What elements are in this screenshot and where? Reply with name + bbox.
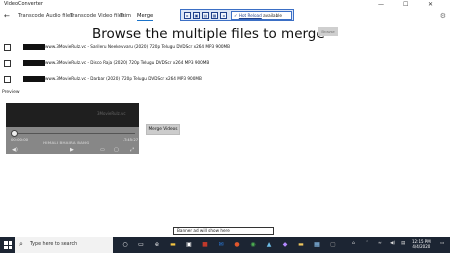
- media-player[interactable]: 3MovieRulz.vc 00:00:00 -T:45:27 HIMALI B…: [6, 103, 139, 154]
- photos-icon[interactable]: ▲: [264, 240, 274, 250]
- tab-transcode-audio[interactable]: Transcode Audio files: [18, 13, 73, 19]
- tab-transcode-video[interactable]: Transcode Video files: [70, 13, 125, 19]
- folder-icon[interactable]: ▬: [296, 240, 306, 250]
- close-button[interactable]: ✕: [428, 0, 433, 10]
- back-arrow-icon[interactable]: ←: [4, 12, 10, 20]
- taskbar-clock[interactable]: 12:15 PM 4/4/2020: [412, 239, 431, 249]
- office-icon[interactable]: ■: [200, 240, 210, 250]
- file-name: www.3MovieRulz.vc - Darbar (2020) 720p T…: [45, 76, 202, 81]
- display-layout-icon[interactable]: ▣: [193, 12, 200, 19]
- cast-icon[interactable]: ▭: [100, 147, 105, 153]
- hot-reload-status[interactable]: ✓ Hot Reload available: [231, 11, 292, 20]
- tab-merge[interactable]: Merge: [137, 13, 154, 21]
- file-checkbox[interactable]: [4, 76, 11, 83]
- network-app-icon[interactable]: ▦: [312, 240, 322, 250]
- window-title: VideoConverter: [4, 1, 43, 7]
- search-icon: ⌕: [19, 240, 23, 248]
- volume-icon[interactable]: ◀): [12, 147, 18, 153]
- merge-videos-button[interactable]: Merge Videos: [146, 124, 180, 135]
- ad-banner: Banner ad will show here: [173, 227, 274, 235]
- store-icon[interactable]: ▣: [184, 240, 194, 250]
- browse-button[interactable]: Browse: [318, 27, 338, 36]
- windows-start-icon[interactable]: [4, 241, 12, 249]
- video-watermark: 3MovieRulz.vc: [97, 111, 126, 116]
- gear-icon[interactable]: ⚙: [440, 12, 446, 20]
- visual-studio-icon[interactable]: ◆: [280, 240, 290, 250]
- redacted-block: [23, 76, 45, 82]
- seek-bar[interactable]: [13, 133, 135, 134]
- minimize-button[interactable]: —: [378, 0, 384, 10]
- clock-date: 4/4/2020: [412, 244, 431, 249]
- firefox-icon[interactable]: ●: [232, 240, 242, 250]
- seek-thumb[interactable]: [11, 130, 18, 137]
- remaining-time: -T:45:27: [123, 137, 139, 142]
- app-icon[interactable]: ▢: [328, 240, 338, 250]
- elapsed-time: 00:00:00: [11, 137, 29, 142]
- taskbar-search[interactable]: ⌕ Type here to search: [15, 237, 113, 253]
- cortana-icon[interactable]: ○: [120, 240, 130, 250]
- tab-trim[interactable]: Trim: [120, 13, 131, 19]
- language-icon[interactable]: ▤: [401, 241, 405, 246]
- file-checkbox[interactable]: [4, 60, 11, 67]
- hot-reload-link[interactable]: Hot Reload: [239, 13, 262, 18]
- collapse-toolbar-icon[interactable]: ◂: [220, 12, 227, 19]
- video-caption: HIMALI BHAIRA BANG: [43, 140, 90, 145]
- file-checkbox[interactable]: [4, 44, 11, 51]
- volume-tray-icon[interactable]: ◀): [390, 241, 395, 246]
- redacted-block: [23, 60, 45, 66]
- file-name: www.3MovieRulz.vc - Disco Raja (2020) 72…: [45, 60, 210, 65]
- task-view-icon[interactable]: ▭: [136, 240, 146, 250]
- tray-chevron-icon[interactable]: ˄: [366, 241, 368, 246]
- search-placeholder: Type here to search: [30, 242, 78, 247]
- page-title: Browse the multiple files to merge: [92, 26, 325, 42]
- file-explorer-icon[interactable]: ▬: [168, 240, 178, 250]
- wifi-icon[interactable]: ≈: [378, 241, 382, 246]
- file-name: www.3MovieRulz.vc - Sarileru Neekevvaru …: [45, 44, 231, 49]
- people-icon[interactable]: ⌂: [352, 241, 355, 246]
- notification-icon[interactable]: ▭: [440, 241, 444, 246]
- track-focus-icon[interactable]: ▤: [202, 12, 209, 19]
- taskbar: ⌕ Type here to search ○ ▭ e ▬ ▣ ■ ✉ ● ◉ …: [0, 237, 450, 253]
- maximize-button[interactable]: ☐: [403, 0, 408, 10]
- edge-icon[interactable]: e: [152, 240, 162, 250]
- redacted-block: [23, 44, 45, 50]
- select-element-icon[interactable]: ▸: [184, 12, 191, 19]
- play-icon[interactable]: ▶: [70, 147, 74, 153]
- preview-label: Preview: [2, 90, 20, 95]
- mail-icon[interactable]: ✉: [216, 240, 226, 250]
- aspect-ratio-icon[interactable]: ▢: [114, 147, 119, 153]
- chrome-icon[interactable]: ◉: [248, 240, 258, 250]
- debug-overlay-toolbar: ▸ ▣ ▤ ▦ ◂ ✓ Hot Reload available: [180, 9, 294, 21]
- layout-adorner-icon[interactable]: ▦: [211, 12, 218, 19]
- fullscreen-icon[interactable]: ⤢: [130, 147, 134, 153]
